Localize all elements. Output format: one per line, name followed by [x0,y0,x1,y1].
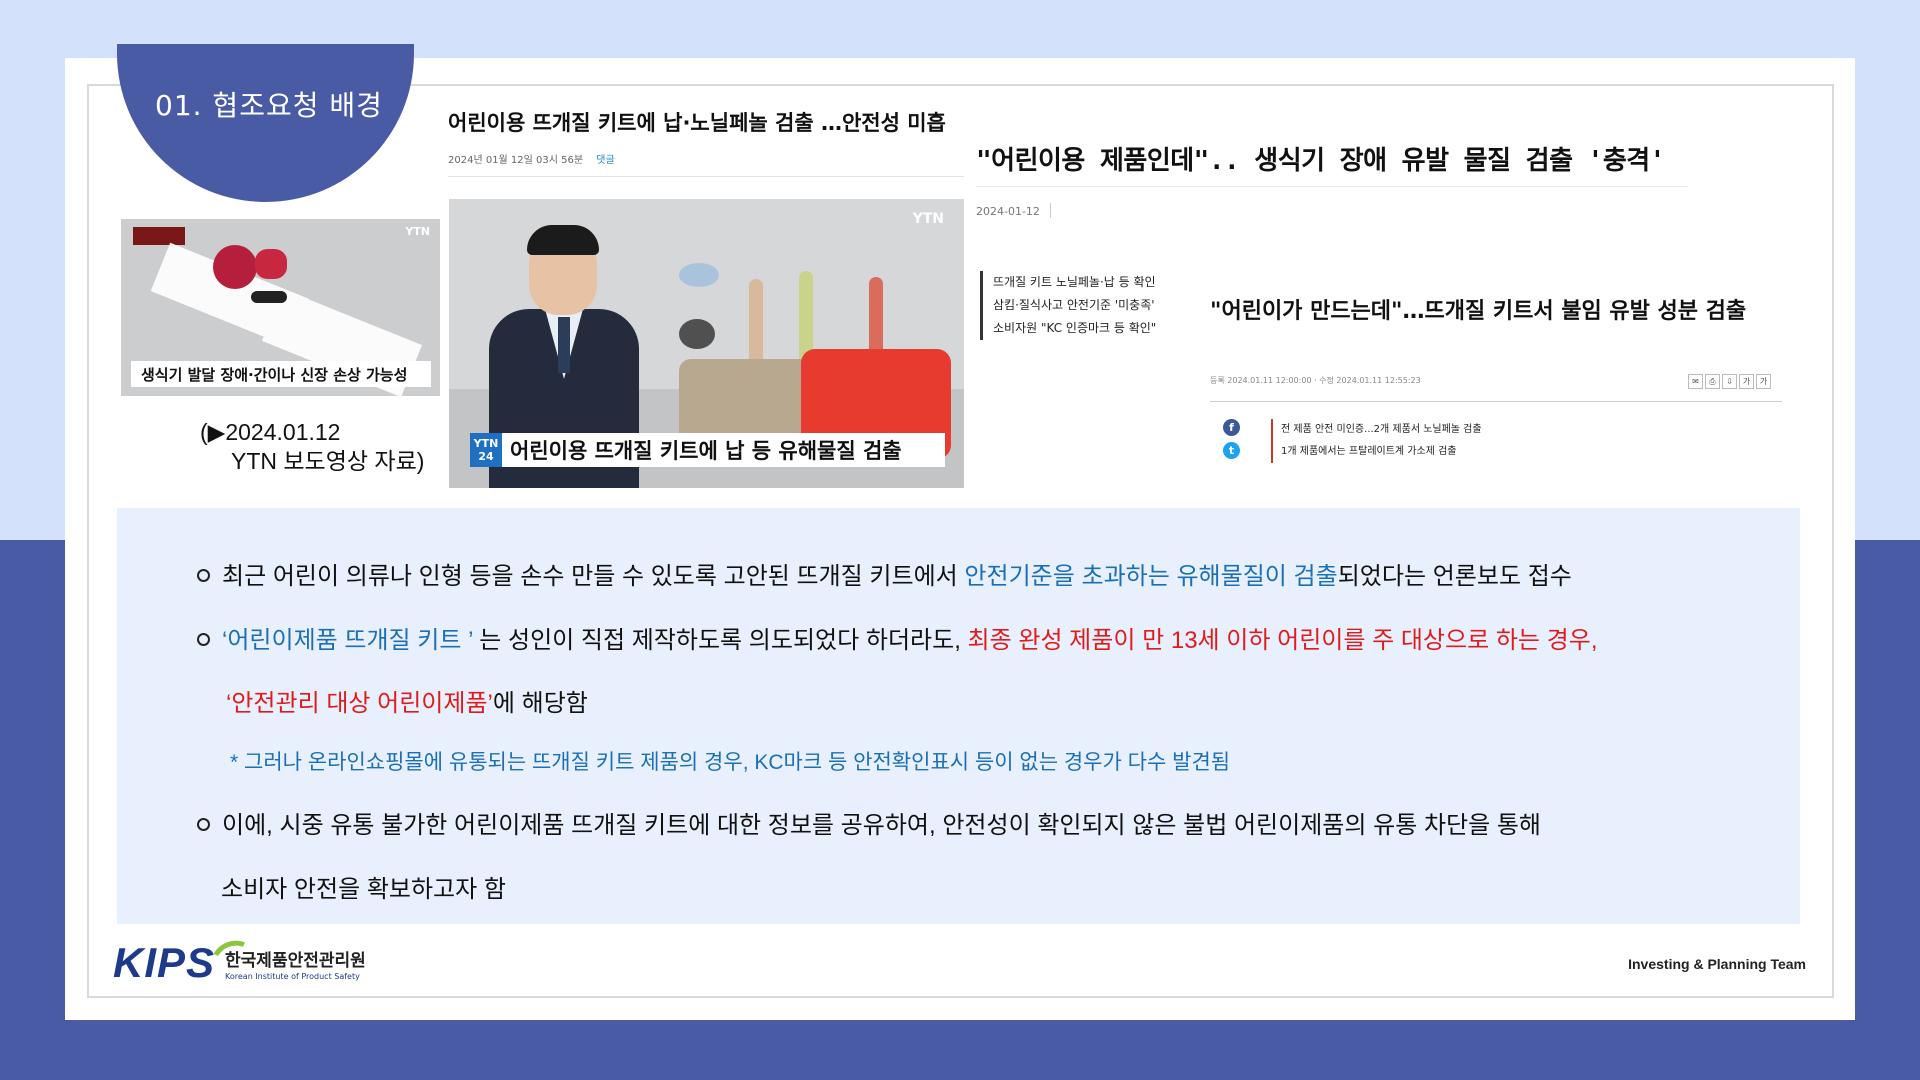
p1-text-b: 되었다는 언론보도 접수 [1337,563,1572,590]
thumbnail-caption-line2: YTN 보도영상 자료) [231,448,425,474]
p1-text-a: 최근 어린이 의류나 인형 등을 손수 만들 수 있도록 고안된 뜨개질 키트에… [222,563,965,590]
article2-summary-line: 삼킴·질식사고 안전기준 '미충족' [993,298,1155,312]
note-line: * 그러나 온라인쇼핑몰에 유통되는 뜨개질 키트 제품의 경우, KC마크 등… [230,751,1231,774]
bullet-icon [197,633,210,646]
p2-highlight: ‘어린이제품 뜨개질 키트 ’ [222,627,474,654]
email-icon[interactable]: ✉ [1688,374,1703,389]
news-video-frame: YTN YTN 24 어린이용 뜨개질 키트에 납 등 유해물질 검출 [449,199,964,488]
article2-date-separator [1050,203,1051,218]
video-knit-object [679,263,719,287]
article3-meta: 등록 2024.01.11 12:00:00 · 수정 2024.01.11 1… [1210,376,1421,385]
paragraph-2-continuation: ‘안전관리 대상 어린이제품’에 해당함 [226,683,588,718]
article3-summary-line: 1개 제품에서는 프탈레이트계 가소제 검출 [1281,446,1457,457]
article2-summary-line: 뜨개질 키트 노닐페놀·납 등 확인 [993,275,1156,289]
bullet-paragraph-3: 이에, 시중 유통 불가한 어린이제품 뜨개질 키트에 대한 정보를 공유하여,… [197,805,1541,840]
print-icon[interactable]: ⎙ [1705,374,1720,389]
anchor-hair [527,225,599,255]
video-knit-object [679,319,715,349]
paragraph-3-continuation: 소비자 안전을 확보하고자 함 [221,876,506,903]
p2-text: 는 성인이 직접 제작하도록 의도되었다 하더라도, [473,627,968,654]
section-title: 01. 협조요청 배경 [155,89,383,122]
p4-text: 이에, 시중 유통 불가한 어린이제품 뜨개질 키트에 대한 정보를 공유하여,… [222,812,1542,839]
article2-date: 2024-01-12 [976,205,1040,218]
thumbnail-buttons [251,291,287,303]
thumbnail-caption-overlay: 생식기 발달 장애·간이나 신장 손상 가능성 [131,361,431,387]
thumbnail-tag [133,227,185,245]
article3-summary: 전 제품 안전 미인증...2개 제품서 노닐페놀 검출 1개 제품에서는 프탈… [1271,419,1482,463]
article3-social: f t [1223,419,1240,465]
bullet-paragraph-2: ‘어린이제품 뜨개질 키트 ’ 는 성인이 직접 제작하도록 의도되었다 하더라… [197,620,1598,655]
p3-text: 에 해당함 [492,690,588,717]
kips-logo-word: KIPS [113,934,263,988]
p2-emphasis: 최종 완성 제품이 만 13세 이하 어린이를 주 대상으로 하는 경우, [967,627,1598,654]
kips-logo: KIPS 한국제품안전관리원 Korean Institute of Produ… [113,934,366,988]
article1-comments-link[interactable]: 댓글 [596,155,614,166]
news-thumbnail-image: YTN 생식기 발달 장애·간이나 신장 손상 가능성 [121,219,440,396]
article2-divider [976,186,1688,187]
video-broadcaster-logo: YTN [912,211,944,227]
twitter-icon[interactable]: t [1223,442,1240,459]
video-lower-third-text: 어린이용 뜨개질 키트에 납 등 유해물질 검출 [510,439,902,463]
anchor-tie [558,317,570,373]
article3-summary-line: 전 제품 안전 미인증...2개 제품서 노닐페놀 검출 [1281,424,1482,435]
thumbnail-caption: (▶2024.01.12 YTN 보도영상 자료) [200,418,424,476]
team-name: Investing & Planning Team [1628,956,1806,972]
thumbnail-yarn [255,249,287,279]
font-increase-button[interactable]: 가 [1756,374,1771,389]
thumbnail-caption-line1: (▶2024.01.12 [200,419,341,445]
font-decrease-button[interactable]: 가 [1739,374,1754,389]
article2-summary: 뜨개질 키트 노닐페놀·납 등 확인 삼킴·질식사고 안전기준 '미충족' 소비… [980,271,1156,340]
thumbnail-broadcaster-logo: YTN [405,225,430,238]
article3-divider [1210,401,1782,402]
article1-date: 2024년 01월 12일 03시 56분 [448,155,584,166]
video-lower-third: YTN 24 어린이용 뜨개질 키트에 납 등 유해물질 검출 [470,433,945,467]
article3-headline: "어린이가 만드는데"…뜨개질 키트서 불임 유발 성분 검출 [1210,299,1747,324]
bullet-icon [197,569,210,582]
article2-headline: "어린이용 제품인데".. 생식기 장애 유발 물질 검출 '충격' [976,146,1665,176]
bullet-icon [197,818,210,831]
article3-toolbar: ✉ ⎙ ⇩ 가 가 [1688,374,1771,389]
kips-logo-text: KIPS [113,939,216,986]
ytn24-badge: YTN 24 [470,433,502,467]
background-content-box: 최근 어린이 의류나 인형 등을 손수 만들 수 있도록 고안된 뜨개질 키트에… [117,508,1800,924]
p3-emphasis: ‘안전관리 대상 어린이제품’ [226,690,493,717]
article1-meta: 2024년 01월 12일 03시 56분 댓글 [448,151,615,166]
thumbnail-yarn [213,245,257,289]
p1-highlight: 안전기준을 초과하는 유해물질이 검출 [964,563,1338,590]
article1-headline: 어린이용 뜨개질 키트에 납·노닐페놀 검출 …안전성 미흡 [448,111,946,135]
facebook-icon[interactable]: f [1223,419,1240,436]
bullet-paragraph-1: 최근 어린이 의류나 인형 등을 손수 만들 수 있도록 고안된 뜨개질 키트에… [197,556,1572,591]
article2-summary-line: 소비자원 "KC 인증마크 등 확인" [993,321,1157,335]
download-icon[interactable]: ⇩ [1722,374,1737,389]
article1-divider [448,176,964,177]
